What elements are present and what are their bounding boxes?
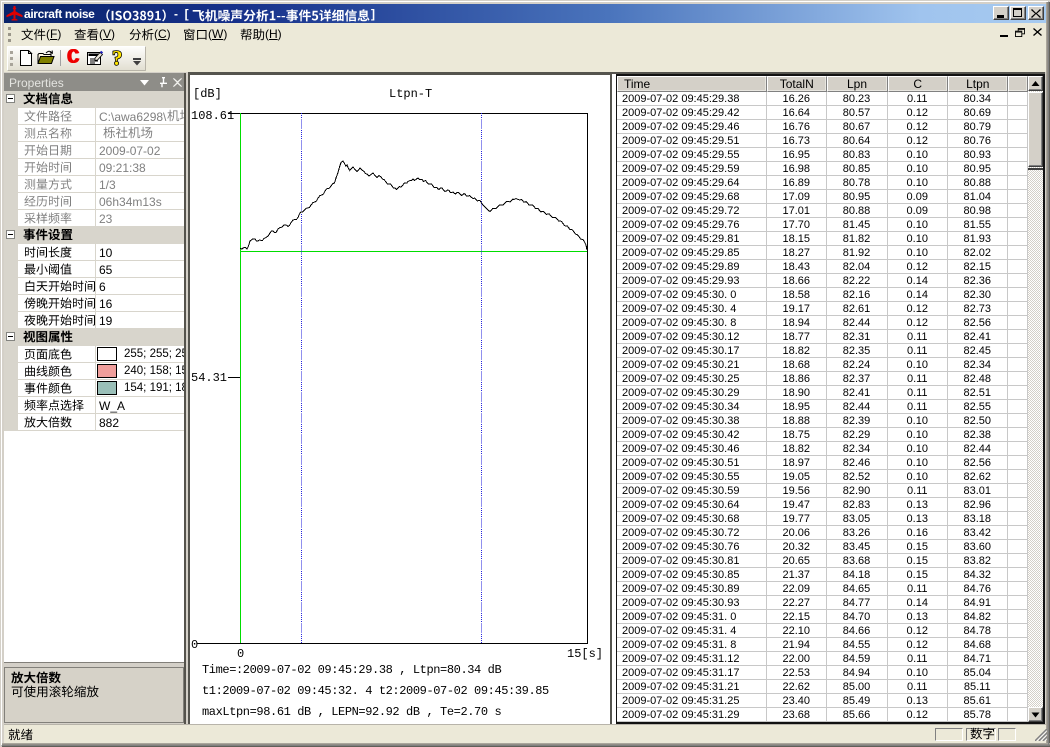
svg-text:15[s]: 15[s] [567, 647, 603, 661]
svg-text:Time=:2009-07-02 09:45:29.38 ,: Time=:2009-07-02 09:45:29.38 , Ltpn=80.3… [202, 663, 501, 677]
svg-text:?: ? [112, 48, 123, 68]
svg-text:Ltpn-T: Ltpn-T [389, 87, 432, 101]
svg-text:maxLtpn=98.61 dB , LEPN=92.92: maxLtpn=98.61 dB , LEPN=92.92 dB , Te=2.… [202, 705, 501, 719]
svg-text:0: 0 [191, 638, 198, 652]
svg-text:54.31: 54.31 [191, 371, 227, 385]
svg-text:108.61: 108.61 [191, 109, 234, 123]
svg-text:[dB]: [dB] [193, 87, 222, 101]
svg-text:0: 0 [237, 647, 244, 661]
svg-text:t1:2009-07-02 09:45:32. 4 t2:2: t1:2009-07-02 09:45:32. 4 t2:2009-07-02 … [202, 684, 549, 698]
